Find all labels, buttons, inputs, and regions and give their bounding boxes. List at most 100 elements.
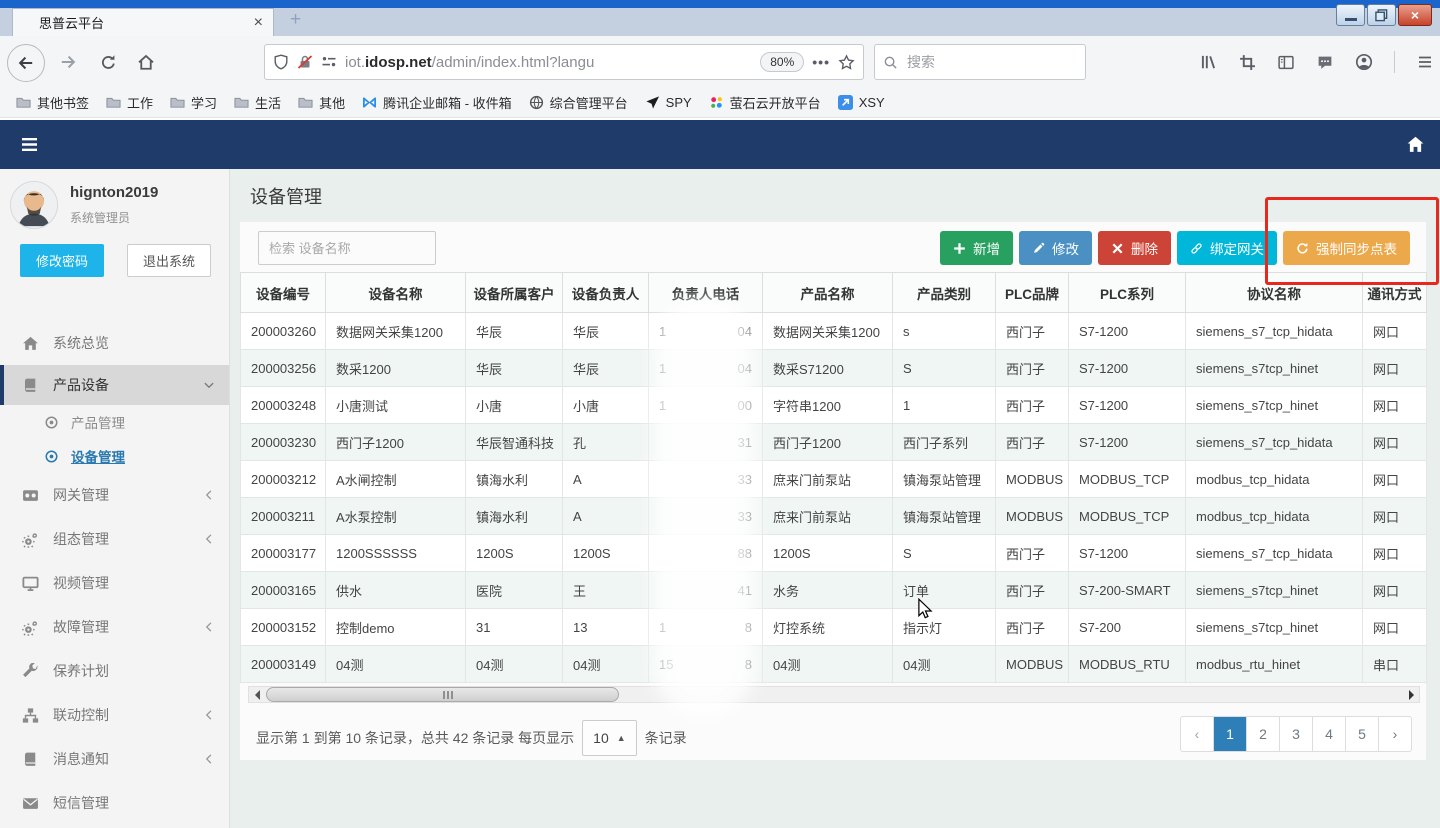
sidebar-item-fault-management[interactable]: 故障管理 (0, 605, 229, 649)
messenger-icon[interactable] (1316, 54, 1334, 71)
table-cell: A水闸控制 (326, 461, 466, 498)
table-row[interactable]: 20000314904测04测04测15804测04测MODBUSMODBUS_… (241, 646, 1427, 683)
sidebar-item-label: 系统总览 (53, 333, 215, 353)
table-row[interactable]: 200003260数据网关采集1200华辰华辰104数据网关采集1200s西门子… (241, 313, 1427, 350)
table-row[interactable]: 200003212A水闸控制镇海水利A33庶来门前泵站镇海泵站管理MODBUSM… (241, 461, 1427, 498)
browser-search-input[interactable] (905, 53, 1059, 71)
app-home-icon[interactable] (1406, 135, 1425, 153)
page-button-1[interactable]: 1 (1213, 717, 1246, 751)
bookmark-item[interactable]: 综合管理平台 (529, 93, 628, 112)
delete-button[interactable]: 删除 (1098, 231, 1171, 265)
table-cell: 西门子系列 (893, 424, 996, 461)
forward-button[interactable] (50, 44, 86, 80)
scrollbar-grip-icon (443, 691, 453, 699)
bookmark-item[interactable]: 生活 (234, 93, 281, 112)
screenshot-icon[interactable] (1239, 54, 1256, 71)
sidebar-item-sms-management[interactable]: 短信管理 (0, 781, 229, 825)
bookmark-item[interactable]: 腾讯企业邮箱 - 收件箱 (362, 93, 512, 112)
bookmark-item[interactable]: 萤石云开放平台 (709, 93, 821, 112)
table-cell: 1200S (563, 535, 649, 572)
window-restore-button[interactable] (1367, 4, 1396, 26)
sidebar-subitem-device-management[interactable]: 设备管理 (0, 439, 229, 473)
table-row[interactable]: 200003165供水医院王41水务订单西门子S7-200-SMARTsieme… (241, 572, 1427, 609)
browser-tab[interactable]: 思普云平台 × (12, 8, 274, 36)
table-row[interactable]: 200003256数采1200华辰华辰104数采S71200S西门子S7-120… (241, 350, 1427, 387)
window-minimize-button[interactable] (1336, 4, 1365, 26)
change-password-button[interactable]: 修改密码 (20, 244, 104, 277)
table-cell: 200003248 (241, 387, 326, 424)
table-cell: 串口 (1363, 646, 1427, 683)
sidebar-item-linkage-control[interactable]: 联动控制 (0, 693, 229, 737)
table-row[interactable]: 200003248小唐测试小唐小唐100字符串12001西门子S7-1200si… (241, 387, 1427, 424)
table-cell: 指示灯 (893, 609, 996, 646)
scrollbar-thumb[interactable] (266, 687, 619, 702)
device-search-input[interactable] (258, 231, 436, 265)
account-icon[interactable] (1355, 53, 1373, 71)
sidebar-item-video-management[interactable]: 视频管理 (0, 561, 229, 605)
summary-suffix: 条记录 (645, 728, 687, 748)
sidebar-item-label: 故障管理 (53, 617, 189, 637)
table-cell: 200003177 (241, 535, 326, 572)
new-tab-button[interactable]: + (290, 9, 301, 31)
tracking-protection-shield-icon[interactable] (273, 54, 289, 70)
table-row[interactable]: 2000031771200SSSSSS1200S1200S881200SS西门子… (241, 535, 1427, 572)
page-button-4[interactable]: 4 (1312, 717, 1345, 751)
insecure-lock-icon[interactable] (297, 54, 313, 70)
reload-button[interactable] (90, 44, 126, 80)
bookmark-star-icon[interactable] (838, 54, 855, 71)
url-bar[interactable]: iot.idosp.net/admin/index.html?langu 80%… (264, 44, 864, 80)
scroll-right-arrow[interactable] (1403, 687, 1419, 702)
sidebar-item-maintenance-plan[interactable]: 保养计划 (0, 649, 229, 693)
back-button[interactable] (7, 44, 45, 82)
sidebar-item-message-notification[interactable]: 消息通知 (0, 737, 229, 781)
column-header: PLC品牌 (996, 273, 1069, 313)
home-button[interactable] (128, 44, 164, 80)
table-row[interactable]: 200003211A水泵控制镇海水利A33庶来门前泵站镇海泵站管理MODBUSM… (241, 498, 1427, 535)
avatar (10, 181, 58, 229)
bind-gateway-button[interactable]: 绑定网关 (1177, 231, 1277, 265)
page-actions-icon[interactable]: ••• (812, 54, 830, 70)
page-button-›[interactable]: › (1378, 717, 1411, 751)
sidebar-item-product-device[interactable]: 产品设备 (0, 365, 229, 405)
bookmark-item[interactable]: 工作 (106, 93, 153, 112)
sidebars-icon[interactable] (1277, 54, 1295, 71)
page-button-2[interactable]: 2 (1246, 717, 1279, 751)
bookmark-item[interactable]: 其他 (298, 93, 345, 112)
sidebar-subitem-product-management[interactable]: 产品管理 (0, 405, 229, 439)
bookmark-item[interactable]: 学习 (170, 93, 217, 112)
bookmark-item[interactable]: SPY (645, 95, 692, 110)
logout-button[interactable]: 退出系统 (127, 244, 211, 277)
library-icon[interactable] (1199, 53, 1218, 71)
bookmark-item[interactable]: 其他书签 (16, 93, 89, 112)
edit-button[interactable]: 修改 (1019, 231, 1092, 265)
page-button-3[interactable]: 3 (1279, 717, 1312, 751)
table-row[interactable]: 200003230西门子1200华辰智通科技孔31西门子1200西门子系列西门子… (241, 424, 1427, 461)
table-row[interactable]: 200003152控制demo311318灯控系统指示灯西门子S7-200sie… (241, 609, 1427, 646)
window-close-button[interactable]: × (1398, 4, 1432, 26)
zoom-level-badge[interactable]: 80% (760, 52, 804, 72)
table-cell: 网口 (1363, 350, 1427, 387)
horizontal-scrollbar[interactable] (248, 686, 1420, 703)
add-button[interactable]: 新增 (940, 231, 1013, 265)
page-size-dropdown[interactable]: 10▲ (582, 720, 637, 756)
table-cell: 庶来门前泵站 (763, 461, 893, 498)
page-button-‹[interactable]: ‹ (1181, 717, 1213, 751)
tab-close-icon[interactable]: × (254, 15, 263, 31)
browser-search-box[interactable] (874, 44, 1086, 80)
scroll-left-arrow[interactable] (249, 687, 265, 702)
sidebar-item-configuration-management[interactable]: 组态管理 (0, 517, 229, 561)
folder-icon (298, 95, 313, 110)
page-size-value: 10 (593, 730, 609, 746)
bookmark-item[interactable]: XSY (838, 95, 885, 110)
app-menu-icon[interactable] (1416, 54, 1434, 70)
book-icon (22, 751, 39, 768)
site-permissions-icon[interactable] (321, 54, 337, 70)
sidebar-item-gateway-management[interactable]: 网关管理 (0, 473, 229, 517)
table-cell: 医院 (466, 572, 563, 609)
sidebar-toggle-icon[interactable] (21, 137, 38, 152)
page-button-5[interactable]: 5 (1345, 717, 1378, 751)
sidebar-item-system-overview[interactable]: 系统总览 (0, 321, 229, 365)
records-summary: 显示第 1 到第 10 条记录，总共 42 条记录 每页显示 10▲ 条记录 (256, 720, 687, 756)
table-cell: 镇海泵站管理 (893, 498, 996, 535)
bind-gateway-button-label: 绑定网关 (1210, 238, 1264, 258)
